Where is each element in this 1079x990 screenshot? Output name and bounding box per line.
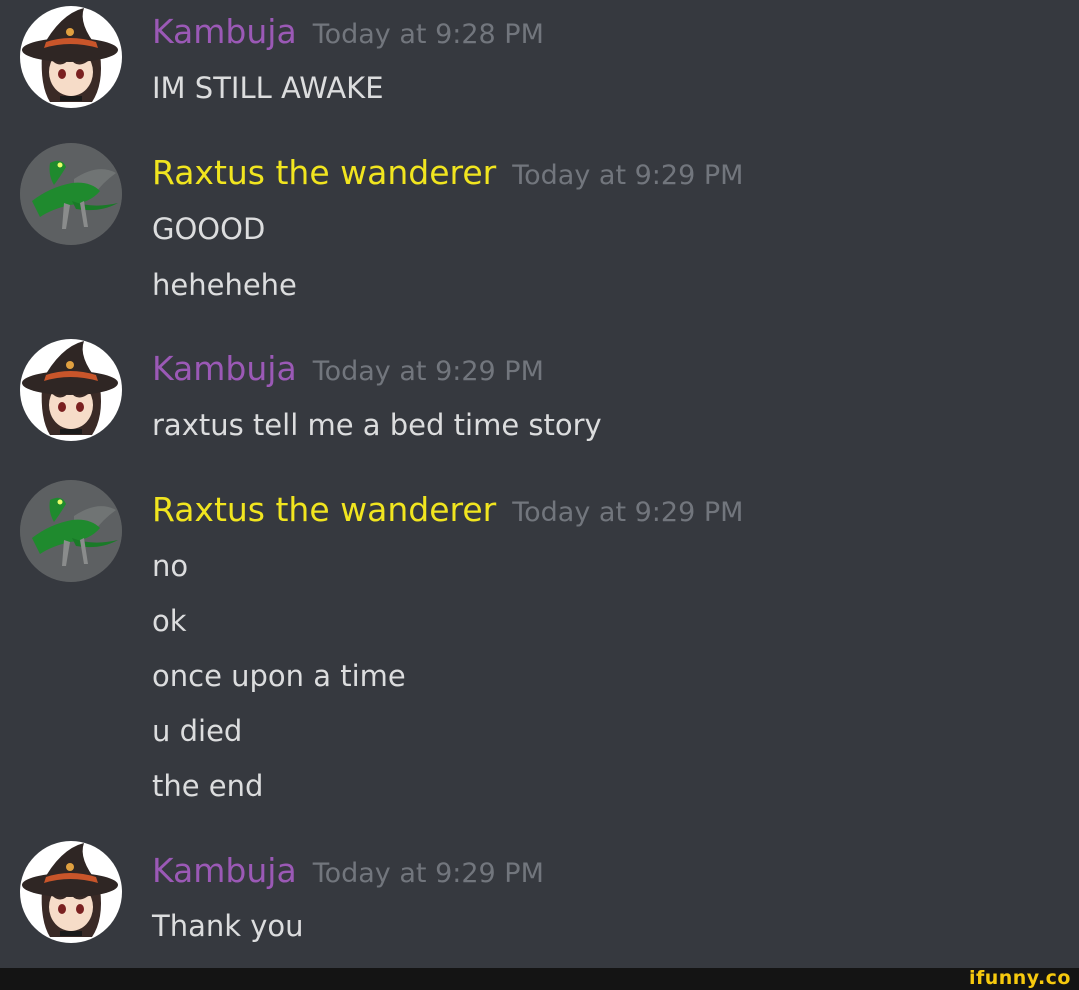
username[interactable]: Raxtus the wanderer [152,490,496,530]
username[interactable]: Kambuja [152,349,297,389]
timestamp: Today at 9:29 PM [512,497,744,528]
message-header: Kambuja Today at 9:29 PM [152,851,544,891]
green-dragon-avatar-icon[interactable] [20,143,122,245]
timestamp: Today at 9:29 PM [312,356,544,387]
message-text: no [152,549,189,583]
message-text: u died [152,714,243,748]
message-text: once upon a time [152,659,406,693]
message-header: Kambuja Today at 9:29 PM [152,349,544,389]
message-text: raxtus tell me a bed time story [152,408,602,442]
message-text: Thank you [152,909,304,943]
message-text: GOOOD [152,212,266,246]
message-text: hehehehe [152,268,297,302]
watermark-bar [0,968,1079,990]
message-header: Raxtus the wanderer Today at 9:29 PM [152,490,743,530]
message-text: ok [152,604,187,638]
message-text: the end [152,769,264,803]
message-text: IM STILL AWAKE [152,71,384,105]
timestamp: Today at 9:29 PM [512,160,744,191]
witch-hat-avatar-icon[interactable] [20,841,122,943]
message-header: Raxtus the wanderer Today at 9:29 PM [152,153,743,193]
username[interactable]: Kambuja [152,12,297,52]
green-dragon-avatar-icon[interactable] [20,480,122,582]
username[interactable]: Raxtus the wanderer [152,153,496,193]
timestamp: Today at 9:29 PM [312,858,544,889]
message-header: Kambuja Today at 9:28 PM [152,12,544,52]
witch-hat-avatar-icon[interactable] [20,339,122,441]
chat-message-list: Kambuja Today at 9:28 PM IM STILL AWAKE R… [0,0,1079,968]
witch-hat-avatar-icon[interactable] [20,6,122,108]
ifunny-watermark: ifunny.co [968,967,1071,989]
timestamp: Today at 9:28 PM [312,19,544,50]
username[interactable]: Kambuja [152,851,297,891]
